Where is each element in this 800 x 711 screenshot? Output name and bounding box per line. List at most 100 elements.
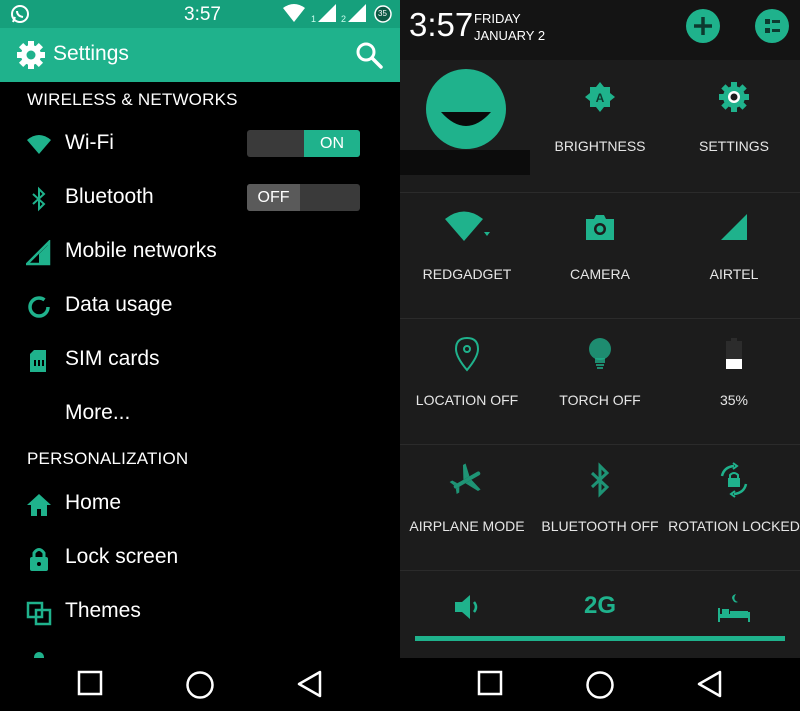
settings-item-label: Wi-Fi — [65, 131, 114, 154]
settings-item-label: Lock screen — [65, 545, 179, 568]
tile-label: CAMERA — [570, 266, 630, 282]
volume-icon — [450, 590, 484, 622]
settings-item-home[interactable]: Home — [0, 480, 400, 528]
whatsapp-icon — [10, 4, 30, 29]
header-day: FRIDAY — [474, 11, 521, 26]
gear-icon — [717, 80, 751, 119]
settings-item-lock-screen[interactable]: Lock screen — [0, 534, 400, 582]
battery-icon — [723, 336, 745, 377]
panel-drag-handle[interactable] — [415, 636, 785, 641]
home-icon[interactable] — [185, 670, 215, 705]
bluetooth-icon — [585, 462, 615, 503]
tile-label: AIRTEL — [709, 266, 759, 282]
settings-item-label: Data usage — [65, 293, 173, 316]
settings-item-mobile-networks[interactable]: Mobile networks — [0, 228, 400, 276]
tile-volume[interactable] — [400, 590, 534, 622]
settings-item-bluetooth[interactable]: Bluetooth OFF — [0, 174, 400, 222]
divider — [400, 570, 800, 571]
settings-item-label: Themes — [65, 599, 141, 622]
rotation-lock-icon — [716, 462, 752, 503]
app-bar: Settings — [0, 28, 400, 82]
settings-item-wifi[interactable]: Wi-Fi ON — [0, 120, 400, 168]
user-name-bar — [400, 150, 530, 175]
nav-bar — [400, 658, 800, 711]
tile-brightness[interactable]: A BRIGHTNESS — [533, 80, 667, 206]
back-icon[interactable] — [296, 670, 324, 703]
settings-item-label: Bluetooth — [65, 185, 154, 208]
section-header-wireless: WIRELESS & NETWORKS — [27, 90, 238, 109]
signal-sim2-icon — [348, 4, 366, 27]
signal-icon — [717, 210, 751, 249]
wifi-icon — [444, 210, 490, 251]
toggle-state: ON — [304, 130, 360, 157]
status-time: 3:57 — [184, 4, 221, 25]
sim1-label: 1 — [311, 14, 317, 24]
tile-label: BLUETOOTH OFF — [541, 518, 659, 534]
settings-item-label: Mobile networks — [65, 239, 217, 262]
user-avatar-icon — [425, 68, 507, 155]
status-bar: 3:57 1 2 35 — [0, 0, 400, 28]
signal-sim1-icon — [318, 4, 336, 27]
divider — [400, 444, 800, 445]
sim-card-icon — [26, 348, 52, 374]
settings-item-more[interactable]: More... — [0, 390, 400, 438]
quick-settings-header: 3:57 FRIDAY JANUARY 2 — [400, 0, 800, 60]
back-icon[interactable] — [696, 670, 724, 703]
bluetooth-icon — [26, 186, 52, 212]
settings-item-label: SIM cards — [65, 347, 160, 370]
settings-item-sim-cards[interactable]: SIM cards — [0, 336, 400, 384]
svg-text:A: A — [596, 91, 605, 105]
list-button[interactable] — [755, 9, 789, 43]
settings-item-data-usage[interactable]: Data usage — [0, 282, 400, 330]
app-title: Settings — [53, 42, 129, 65]
tile-settings[interactable]: SETTINGS — [667, 80, 800, 206]
wifi-icon — [26, 132, 52, 158]
tile-label: BRIGHTNESS — [554, 138, 646, 154]
toggle-state: OFF — [247, 184, 300, 211]
location-icon — [450, 336, 484, 377]
data-usage-icon — [26, 294, 52, 320]
recents-icon[interactable] — [77, 670, 103, 701]
nav-bar — [0, 658, 400, 711]
lock-icon — [26, 546, 52, 572]
tile-label: LOCATION OFF — [415, 392, 519, 408]
settings-screen: 3:57 1 2 35 Settings WIRELESS & NETWORKS… — [0, 0, 400, 711]
tile-user[interactable] — [400, 62, 533, 192]
divider — [400, 192, 800, 193]
tile-label: 35% — [719, 392, 749, 408]
add-button[interactable] — [686, 9, 720, 43]
themes-icon — [26, 600, 52, 626]
sim2-label: 2 — [341, 14, 347, 24]
tile-label: REDGADGET — [422, 266, 512, 282]
settings-item-themes[interactable]: Themes — [0, 588, 400, 636]
recents-icon[interactable] — [477, 670, 503, 701]
header-time: 3:57 — [409, 6, 474, 43]
header-date: JANUARY 2 — [474, 28, 546, 43]
tile-label: SETTINGS — [698, 138, 769, 154]
add-icon — [694, 17, 712, 35]
signal-icon — [23, 238, 52, 266]
tile-label: TORCH OFF — [559, 392, 641, 408]
settings-item-label: Home — [65, 491, 122, 514]
tile-network-type[interactable]: 2G — [533, 590, 667, 622]
sleep-icon — [714, 590, 754, 622]
tile-label: ROTATION LOCKED — [668, 518, 800, 534]
torch-icon — [583, 336, 617, 377]
airplane-icon — [449, 462, 485, 503]
list-icon — [765, 19, 780, 33]
home-icon[interactable] — [585, 670, 615, 705]
camera-icon — [583, 210, 617, 249]
wifi-toggle[interactable]: ON — [247, 130, 360, 157]
network-2g-label: 2G — [583, 592, 617, 619]
home-icon — [26, 492, 52, 518]
divider — [400, 318, 800, 319]
bluetooth-toggle[interactable]: OFF — [247, 184, 360, 211]
tile-sleep[interactable] — [667, 590, 800, 622]
section-header-personalization: PERSONALIZATION — [27, 449, 189, 468]
search-icon[interactable] — [354, 40, 384, 75]
quick-settings-panel: 3:57 FRIDAY JANUARY 2 A BRIGHTNESS SETTI… — [400, 0, 800, 711]
brightness-icon: A — [583, 80, 617, 119]
tile-label: AIRPLANE MODE — [409, 518, 525, 534]
battery-level: 35 — [378, 9, 387, 18]
wifi-icon — [283, 4, 305, 27]
